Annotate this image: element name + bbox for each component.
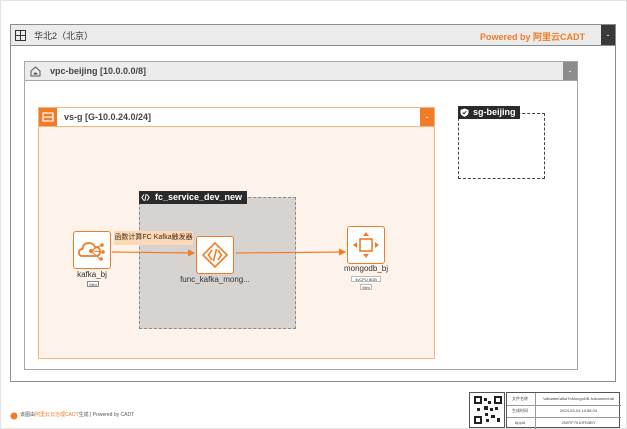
mongodb-size-badge: Mini — [360, 284, 372, 290]
trigger-label: 函数计算FC Kafka触发器 — [114, 231, 193, 245]
cadt-logo-icon — [10, 412, 18, 420]
kafka-spec-badge: Mini — [87, 281, 99, 287]
info-key: 文件名称 — [512, 396, 528, 401]
footer-brand: 阿里云云治理CADT — [35, 412, 79, 418]
kafka-node-label: kafka_bj — [77, 270, 107, 279]
info-row: AppId 2N9TF7010FD5BY — [507, 417, 621, 429]
mongodb-spec-badge: 4vCPU 8GB — [351, 276, 381, 282]
info-value: ValidateKafkaToMongoDB-fcdcsseechat — [535, 393, 621, 405]
mongodb-icon — [353, 232, 379, 258]
mongodb-node-label: mongodb_bj — [343, 264, 389, 273]
fc-function-icon — [201, 241, 229, 269]
footer-prefix: 该图由 — [20, 412, 36, 418]
info-key: AppId — [514, 420, 526, 425]
footer-suffix: 生成 | Powered by CADT — [78, 412, 135, 418]
edge-kafka-to-func — [111, 249, 196, 257]
info-value: 2024-03-04 10:58:04 — [535, 405, 621, 417]
info-key: 生成时间 — [512, 408, 528, 413]
qr-code-icon — [474, 396, 502, 424]
kafka-icon — [78, 242, 105, 261]
footer-credit: 该图由阿里云云治理CADT生成 | Powered by CADT — [20, 411, 134, 418]
info-value: 2N9TF7010FD5BY — [535, 417, 621, 429]
info-table: 文件名称 ValidateKafkaToMongoDB-fcdcsseechat… — [506, 392, 621, 429]
connections-layer — [111, 248, 347, 257]
edge-func-to-mongo — [235, 248, 347, 256]
function-node-label: func_kafka_mong... — [180, 275, 250, 284]
